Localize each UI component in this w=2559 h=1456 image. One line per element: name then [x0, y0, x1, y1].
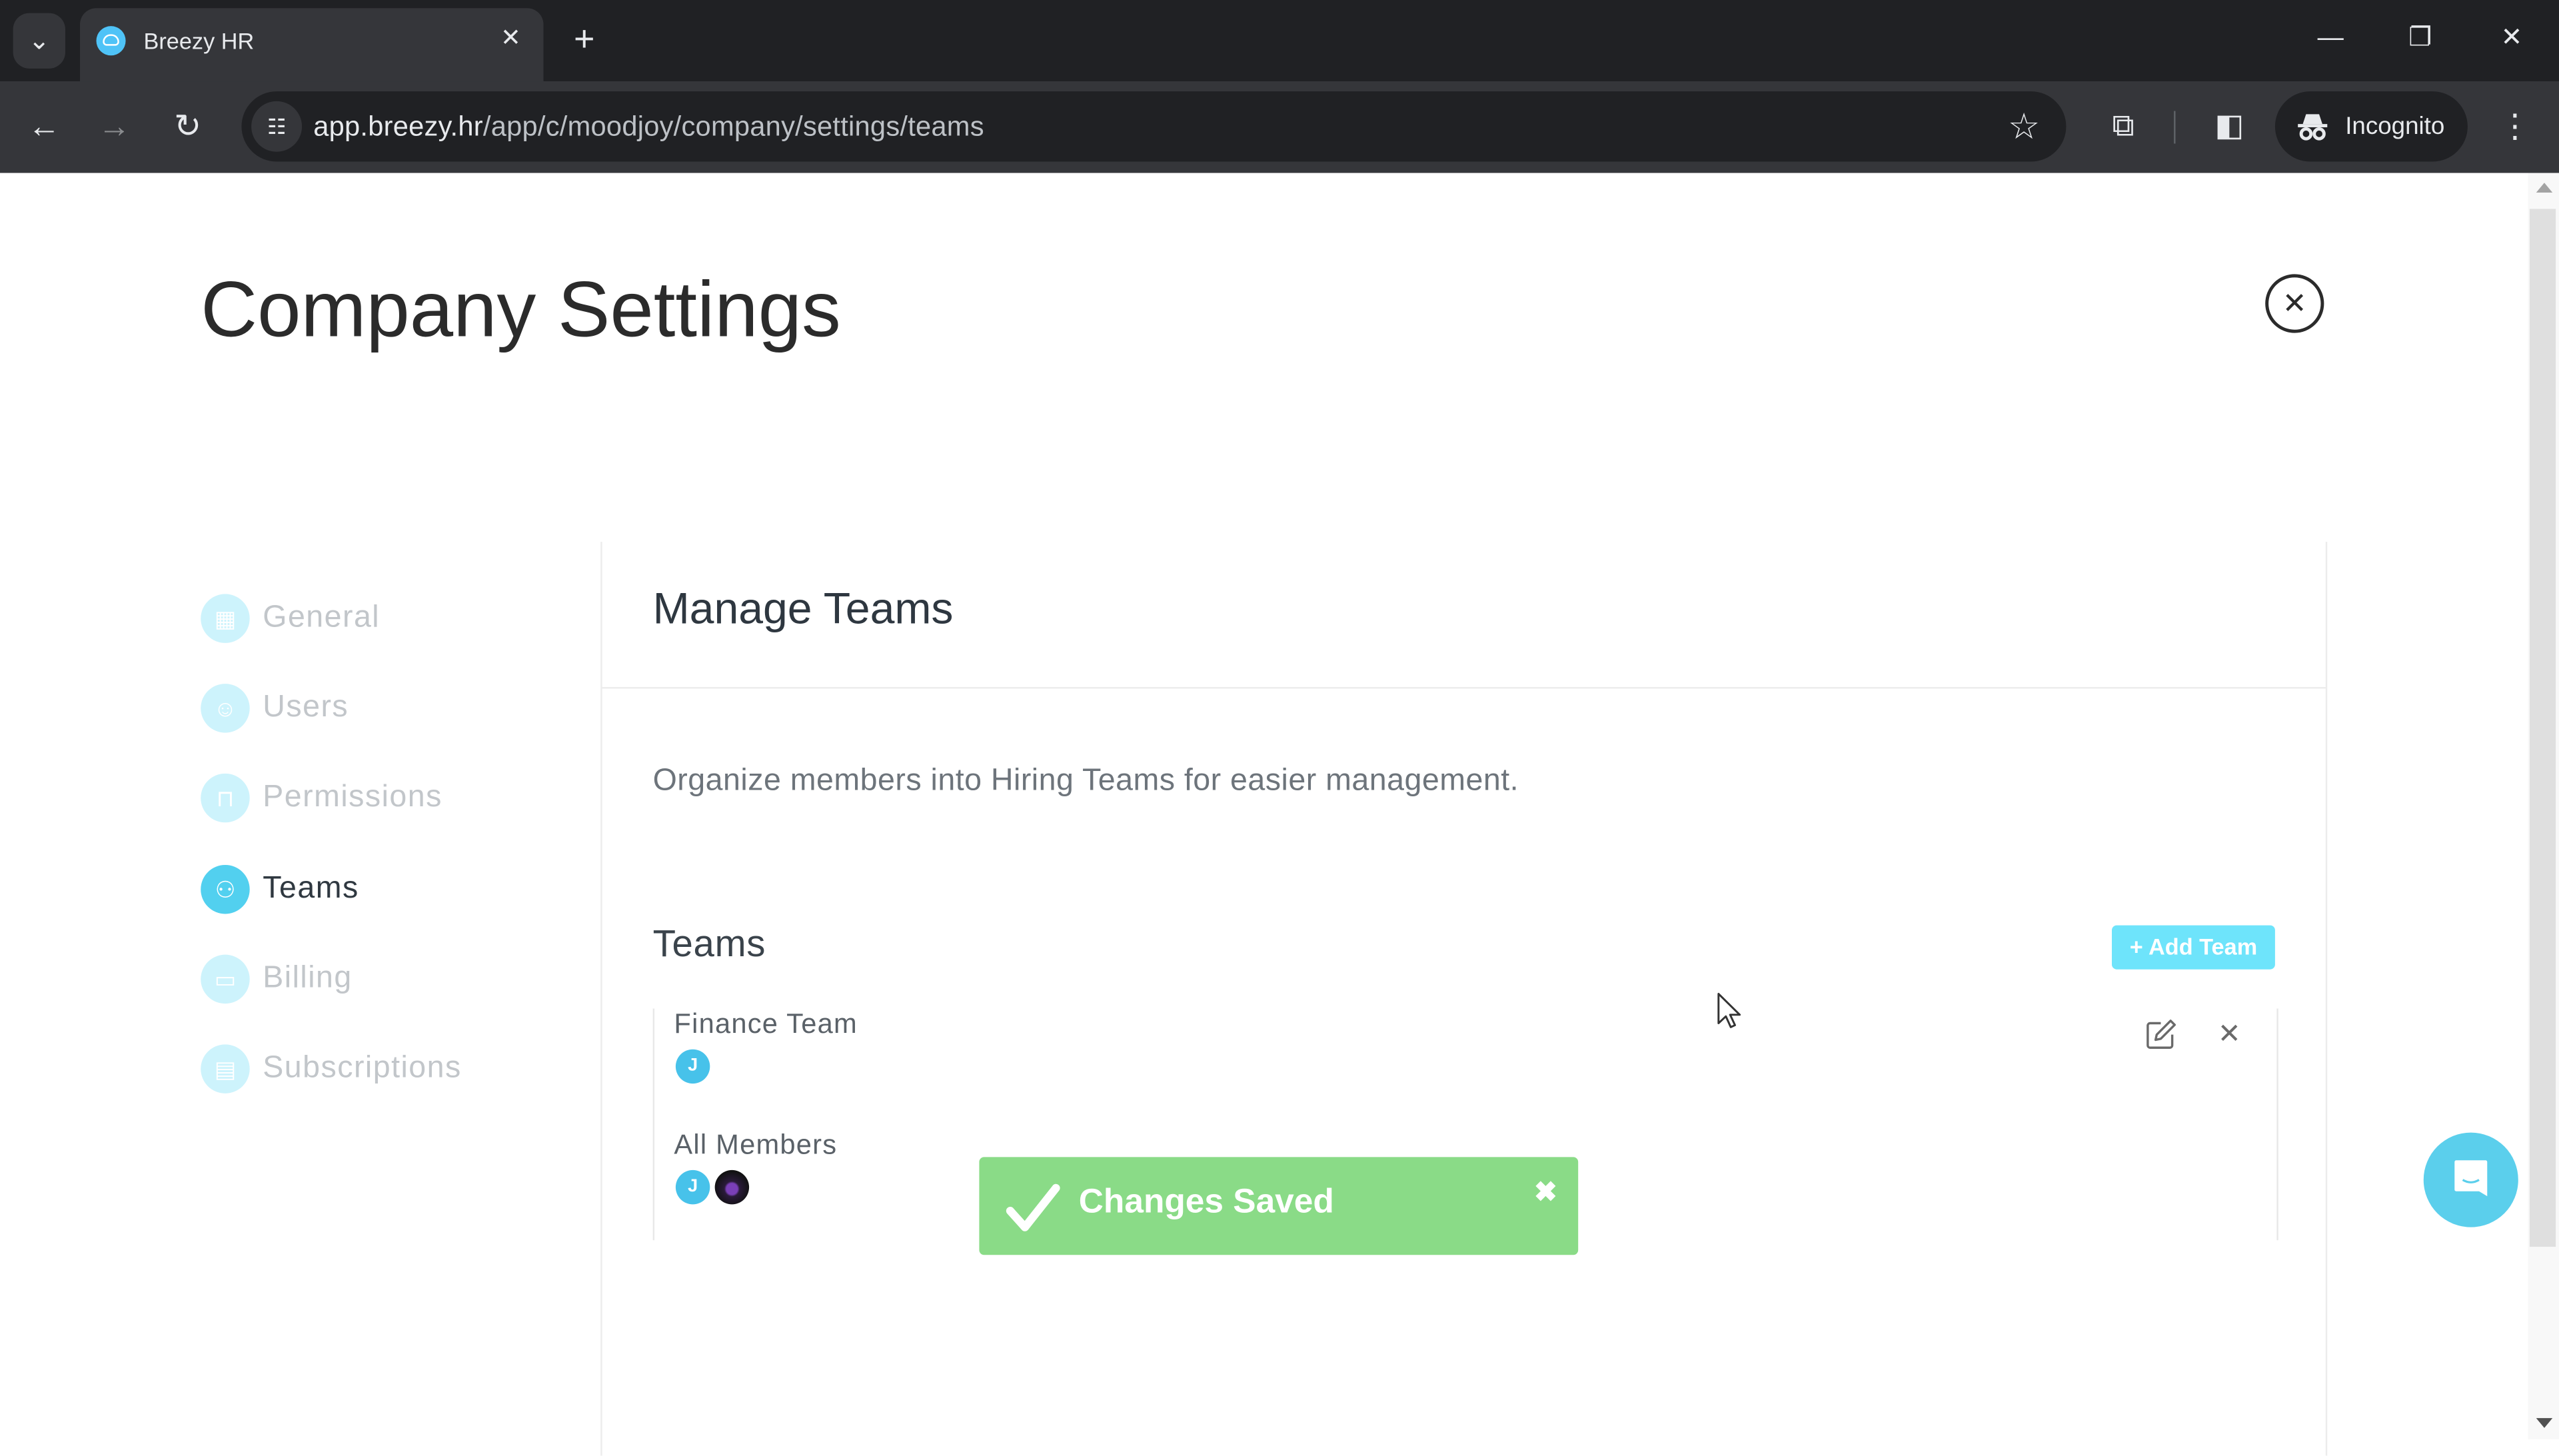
- tune-icon: ☷: [267, 114, 287, 139]
- page-scrollbar[interactable]: [2528, 173, 2559, 1440]
- close-icon: ✕: [2282, 287, 2307, 321]
- breezy-favicon-icon: [96, 26, 126, 56]
- building-icon: ▦: [201, 594, 250, 643]
- chevron-down-icon: ⌄: [28, 27, 51, 56]
- team-members: J: [675, 1049, 715, 1086]
- team-row[interactable]: Finance Team J ✕: [654, 1008, 2276, 1122]
- tab-title: Breezy HR: [143, 27, 255, 54]
- panel-header: Manage Teams: [602, 542, 2326, 689]
- checkmark-icon: [1006, 1183, 1060, 1231]
- avatar[interactable]: J: [675, 1169, 710, 1205]
- mouse-cursor-icon: [1717, 992, 1741, 1028]
- tab-close-icon[interactable]: ✕: [494, 23, 527, 55]
- manage-teams-panel: Manage Teams Organize members into Hirin…: [600, 542, 2328, 1456]
- incognito-label: Incognito: [2345, 112, 2445, 141]
- avatar[interactable]: J: [675, 1049, 710, 1084]
- toast-message: Changes Saved: [1078, 1183, 1334, 1221]
- panel-description: Organize members into Hiring Teams for e…: [652, 764, 1519, 798]
- add-team-button[interactable]: + Add Team: [2112, 925, 2275, 970]
- url-text[interactable]: app.breezy.hr/app/c/moodjoy/company/sett…: [313, 111, 984, 144]
- scroll-down-arrow-icon[interactable]: [2536, 1418, 2553, 1428]
- reload-icon: ↻: [174, 109, 202, 145]
- scroll-up-arrow-icon[interactable]: [2536, 183, 2553, 193]
- delete-icon[interactable]: ✕: [2211, 1017, 2247, 1053]
- avatar-photo[interactable]: [714, 1169, 750, 1205]
- chat-icon: [2454, 1160, 2488, 1197]
- back-button[interactable]: ←: [21, 105, 67, 151]
- site-info-button[interactable]: ☷: [251, 101, 303, 152]
- sidebar-item-general[interactable]: ▦ General: [201, 594, 560, 646]
- extensions-button[interactable]: ⧉: [2101, 105, 2146, 151]
- star-icon[interactable]: ☆: [2008, 106, 2040, 149]
- toolbar-divider: [2174, 111, 2176, 144]
- forward-button[interactable]: →: [91, 105, 137, 151]
- restore-button[interactable]: ❐: [2396, 16, 2444, 62]
- sidebar-item-label: General: [263, 600, 381, 635]
- url-host: app.breezy.hr: [313, 111, 483, 143]
- url-path: /app/c/moodjoy/company/settings/teams: [482, 111, 984, 143]
- teams-heading: Teams: [652, 922, 766, 965]
- changes-saved-toast: Changes Saved ✖: [979, 1157, 1579, 1255]
- more-vertical-icon: ⋮: [2498, 109, 2532, 145]
- browser-menu-button[interactable]: ⋮: [2497, 105, 2533, 151]
- team-members: J: [675, 1169, 754, 1206]
- sidebar-item-label: Subscriptions: [263, 1051, 462, 1086]
- minimize-icon: —: [2317, 24, 2344, 53]
- sidebar-item-label: Teams: [263, 871, 359, 906]
- lock-icon: ⊓: [201, 773, 250, 823]
- incognito-badge[interactable]: Incognito: [2274, 91, 2468, 162]
- credit-card-icon: ▭: [201, 954, 250, 1004]
- chat-widget-button[interactable]: [2423, 1132, 2518, 1227]
- user-icon: ☺: [201, 684, 250, 733]
- sidebar-item-label: Users: [263, 690, 349, 725]
- page-title: Company Settings: [201, 267, 841, 355]
- sidebar-item-subscriptions[interactable]: ▤ Subscriptions: [201, 1044, 560, 1096]
- receipt-icon: ▤: [201, 1044, 250, 1093]
- new-tab-button[interactable]: +: [564, 19, 604, 59]
- address-bar[interactable]: ☷ app.breezy.hr/app/c/moodjoy/company/se…: [241, 91, 2067, 162]
- tab-search-button[interactable]: ⌄: [13, 13, 65, 69]
- panel-title: Manage Teams: [652, 584, 954, 634]
- close-settings-button[interactable]: ✕: [2265, 274, 2324, 333]
- sidebar-item-users[interactable]: ☺ Users: [201, 684, 560, 736]
- restore-icon: ❐: [2408, 24, 2432, 53]
- users-group-icon: ⚇: [201, 864, 250, 914]
- scrollbar-thumb[interactable]: [2529, 209, 2556, 1247]
- plus-icon: +: [573, 17, 595, 59]
- side-panel-button[interactable]: ◧: [2206, 105, 2252, 151]
- side-panel-icon: ◧: [2214, 109, 2244, 144]
- close-window-button[interactable]: ✕: [2487, 16, 2536, 62]
- incognito-icon: [2296, 109, 2329, 142]
- arrow-right-icon: →: [97, 109, 131, 145]
- sidebar-item-label: Billing: [263, 961, 353, 996]
- team-name: Finance Team: [674, 1008, 858, 1040]
- reload-button[interactable]: ↻: [165, 105, 211, 151]
- edit-icon[interactable]: [2143, 1017, 2179, 1053]
- close-icon: ✕: [2500, 24, 2523, 53]
- arrow-left-icon: ←: [27, 109, 61, 145]
- toast-close-icon[interactable]: ✖: [1534, 1177, 1557, 1209]
- browser-toolbar: ← → ↻ ☷ app.breezy.hr/app/c/moodjoy/comp…: [0, 81, 2559, 173]
- sidebar-item-teams[interactable]: ⚇ Teams: [201, 864, 560, 917]
- puzzle-icon: ⧉: [2112, 109, 2134, 144]
- team-name: All Members: [674, 1129, 838, 1161]
- sidebar-item-billing[interactable]: ▭ Billing: [201, 954, 560, 1007]
- sidebar-item-permissions[interactable]: ⊓ Permissions: [201, 773, 560, 826]
- sidebar-item-label: Permissions: [263, 780, 442, 815]
- minimize-button[interactable]: —: [2306, 16, 2354, 62]
- browser-tab-bar: ⌄ Breezy HR ✕ + — ❐ ✕: [0, 0, 2559, 82]
- browser-tab[interactable]: Breezy HR ✕: [80, 8, 544, 82]
